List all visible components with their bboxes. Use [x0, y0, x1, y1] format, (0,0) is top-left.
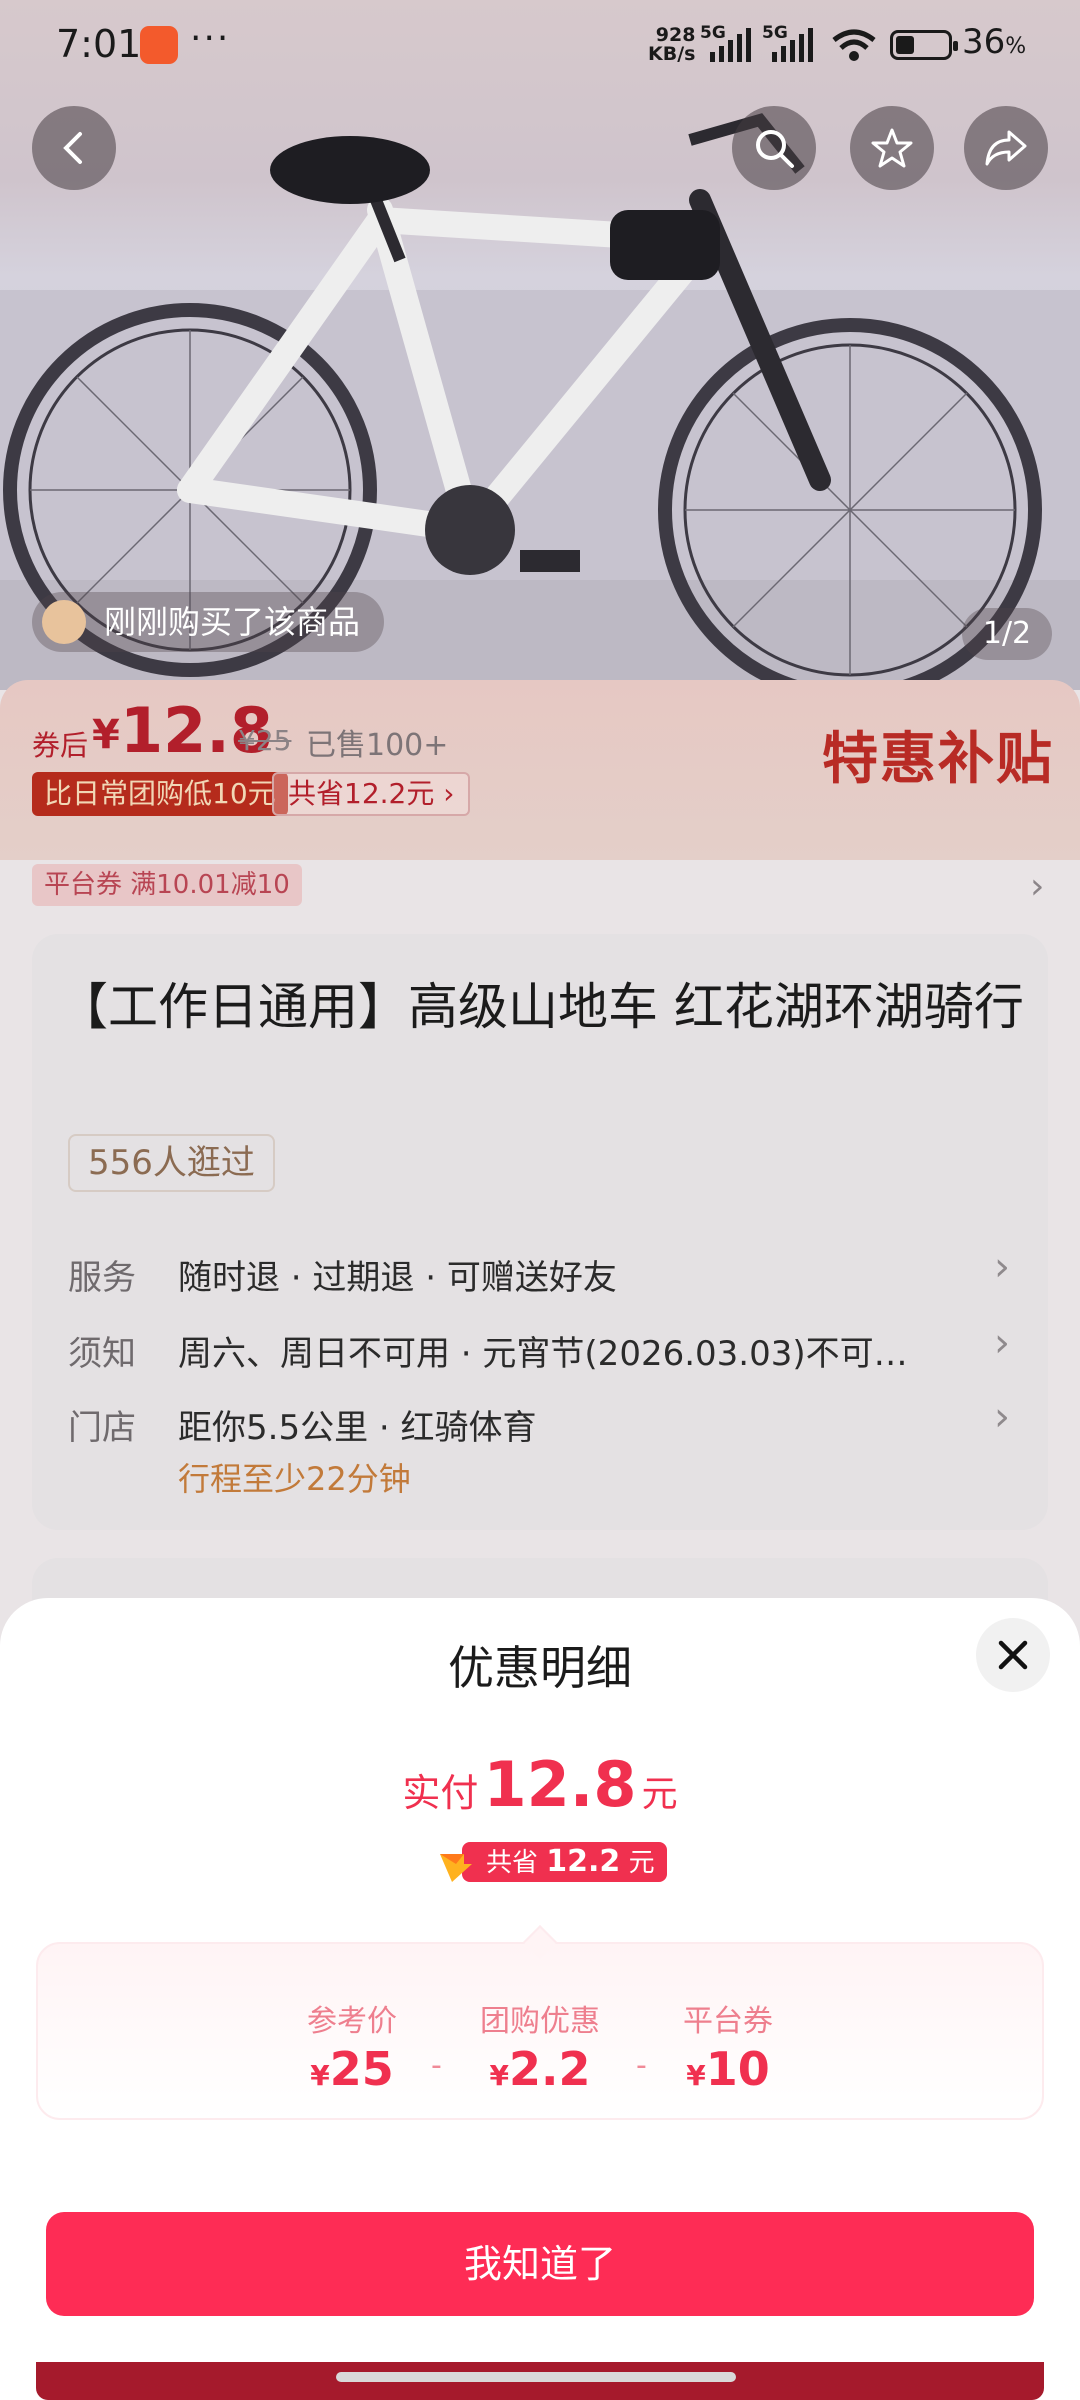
save-amount: 12.2 — [546, 1844, 621, 1879]
service-label: 服务 — [68, 1258, 136, 1298]
after-coupon-label: 券后 — [32, 729, 89, 762]
notice-value[interactable]: 周六、周日不可用 · 元宵节(2026.03.03)不可… — [178, 1326, 908, 1375]
sold-count: 已售100+ — [306, 728, 449, 763]
breakdown-value: ¥25 — [310, 2042, 394, 2096]
store-value[interactable]: 距你5.5公里 · 红骑体育 — [178, 1400, 537, 1449]
original-price: ¥25 — [238, 724, 292, 757]
breakdown-reference-price: 参考价 ¥25 — [252, 1996, 452, 2096]
platform-coupon-tag[interactable]: 平台券 满10.01减10 — [32, 864, 302, 906]
share-icon — [985, 130, 1027, 166]
search-button[interactable] — [732, 106, 816, 190]
breakdown-group-discount: 团购优惠 ¥2.2 — [440, 1996, 640, 2096]
network-speed: 928 KB/s — [648, 26, 695, 64]
svg-text:5G: 5G — [762, 24, 788, 43]
store-label: 门店 — [68, 1408, 136, 1448]
breakdown-label: 团购优惠 — [480, 2004, 600, 2039]
status-bar: 7:01 ··· 928 KB/s 5G 5G 36% — [0, 0, 1080, 92]
chevron-right-icon[interactable]: › — [1030, 866, 1044, 907]
service-value[interactable]: 随时退 · 过期退 · 可赠送好友 — [178, 1250, 617, 1299]
product-gallery[interactable] — [0, 0, 1080, 690]
more-notifications-icon: ··· — [190, 18, 231, 59]
recent-buyer-text: 刚刚购买了该商品 — [104, 603, 361, 641]
net-speed-unit: KB/s — [648, 43, 696, 65]
actual-pay-label: 实付 — [402, 1771, 479, 1815]
breakdown-platform-coupon: 平台券 ¥10 — [628, 1996, 828, 2096]
recent-buyer-toast: 刚刚购买了该商品 — [32, 592, 385, 652]
search-icon — [756, 130, 794, 168]
battery-percent: 36% — [962, 22, 1027, 62]
home-indicator[interactable] — [336, 2372, 736, 2382]
lower-price-tag: 比日常团购低10元 — [32, 772, 288, 816]
close-icon — [998, 1640, 1028, 1670]
notice-label: 须知 — [68, 1334, 136, 1374]
actual-pay: 实付 12.8 元 — [0, 1748, 1080, 1821]
price-currency: ¥ — [92, 712, 120, 758]
total-save-badge: 共省 12.2 元 — [440, 1842, 667, 1882]
back-button[interactable] — [32, 106, 116, 190]
breakdown-label: 参考价 — [307, 2004, 397, 2039]
star-icon — [871, 128, 913, 168]
battery-icon — [890, 30, 958, 60]
product-title: 【工作日通用】高级山地车 红花湖环湖骑行 — [58, 978, 1024, 1036]
chevron-right-icon[interactable]: › — [994, 1394, 1010, 1440]
share-button[interactable] — [964, 106, 1048, 190]
wifi-icon — [832, 29, 876, 61]
breakdown-label: 平台券 — [683, 2004, 773, 2039]
signal-icon: 5G — [700, 24, 751, 62]
promo-title: 特惠补贴 — [822, 727, 1054, 792]
got-it-button[interactable]: 我知道了 — [46, 2212, 1034, 2316]
save-label: 共省 — [486, 1848, 539, 1878]
visit-count-badge: 556人逛过 — [68, 1134, 275, 1192]
chevron-left-icon — [63, 132, 82, 164]
travel-time: 行程至少22分钟 — [178, 1460, 411, 1498]
app-notification-icon — [140, 26, 178, 64]
favorite-button[interactable] — [850, 106, 934, 190]
status-time: 7:01 — [56, 22, 142, 66]
chevron-right-icon[interactable]: › — [994, 1320, 1010, 1366]
breakdown-value: ¥10 — [686, 2042, 770, 2096]
avatar — [42, 600, 86, 644]
actual-pay-amount: 12.8 — [483, 1748, 637, 1821]
total-save-tag[interactable]: 共省12.2元 › — [272, 772, 471, 816]
signal-icon-2: 5G — [762, 24, 813, 62]
chevron-right-icon[interactable]: › — [994, 1244, 1010, 1290]
actual-pay-unit: 元 — [641, 1774, 678, 1815]
sheet-title: 优惠明细 — [448, 1641, 632, 1695]
save-unit: 元 — [628, 1848, 655, 1878]
breakdown-value: ¥2.2 — [489, 2042, 591, 2096]
gallery-page-indicator: 1/2 — [962, 608, 1052, 660]
svg-text:5G: 5G — [700, 24, 726, 43]
coupon-drop-icon — [440, 1854, 472, 1882]
close-button[interactable] — [976, 1618, 1050, 1692]
